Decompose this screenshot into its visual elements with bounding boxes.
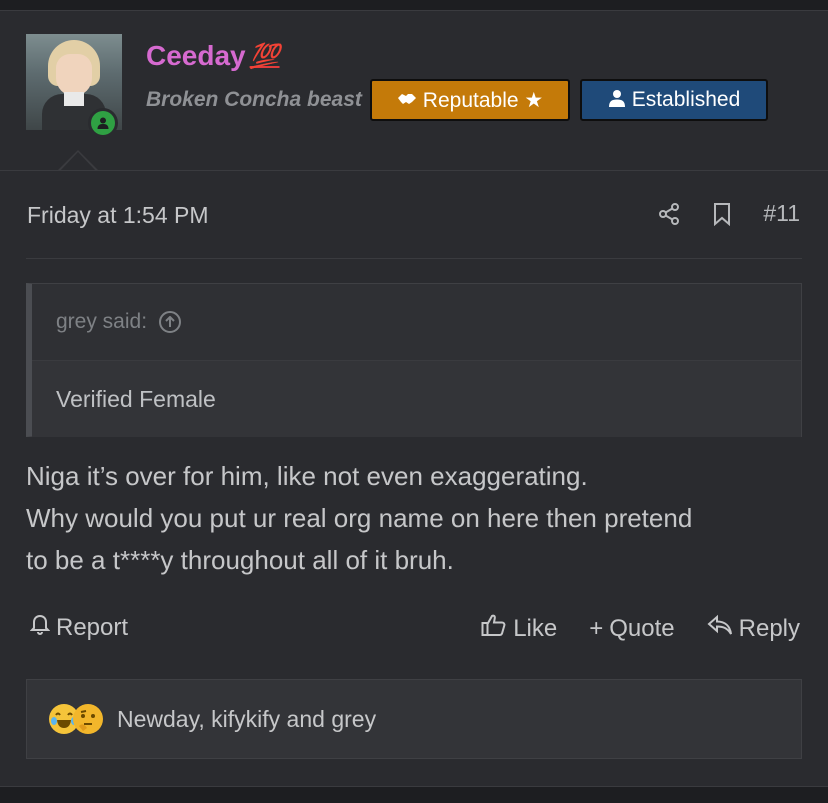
thumbs-up-icon [481,613,507,644]
post-date[interactable]: Friday at 1:54 PM [27,202,209,229]
reputable-badge-label: Reputable ★ [422,88,544,112]
date-divider [26,258,802,259]
message-line: Niga it’s over for him, like not even ex… [26,461,588,491]
reputable-badge: Reputable ★ [370,79,570,121]
report-button[interactable]: Report [29,613,129,642]
reply-label: Reply [738,614,800,642]
jump-to-quote-icon[interactable] [159,311,182,333]
post-actions: Like + Quote Reply [481,613,800,644]
post-tools: #11 [657,200,800,227]
header-divider [0,170,828,171]
established-badge: Established [580,79,768,121]
quote-body: Verified Female [32,361,801,437]
username-text: Ceeday [146,40,246,71]
online-status-indicator [88,108,118,138]
plus-icon: + [589,614,604,642]
reply-button[interactable]: Reply [707,614,800,643]
reactions-bar[interactable]: Newday, kifykify and grey [26,679,802,759]
reply-icon [707,614,733,643]
user-title: Broken Concha beast [146,88,362,111]
avatar-collar [64,92,84,106]
message-arrow-inner [60,152,96,171]
like-label: Like [513,614,558,642]
report-label: Report [56,613,129,641]
reactions-text: Newday, kifykify and grey [117,705,377,732]
like-button[interactable]: Like [481,613,557,644]
message-line: to be a t****y throughout all of it bruh… [26,545,454,575]
share-icon[interactable] [657,202,681,226]
post-message: Niga it’s over for him, like not even ex… [26,455,816,581]
avatar-face [56,54,92,96]
user-icon [608,89,626,112]
reaction-emojis [49,704,103,734]
quote-header[interactable]: grey said: [32,284,801,361]
post-number[interactable]: #11 [763,200,800,227]
quote-block: grey said: Verified Female [26,283,802,437]
handshake-icon [397,90,417,111]
hundred-points-icon: 💯 [249,42,280,70]
bell-icon [29,613,51,642]
quote-author: grey said: [56,310,148,333]
quote-label: Quote [609,614,675,642]
thinking-face-icon [73,704,103,734]
online-user-icon [91,111,115,135]
username[interactable]: Ceeday 💯 [146,40,280,72]
message-line: Why would you put ur real org name on he… [26,503,693,533]
quote-button[interactable]: + Quote [589,615,674,643]
established-badge-label: Established [631,88,741,111]
bookmark-icon[interactable] [711,202,733,226]
